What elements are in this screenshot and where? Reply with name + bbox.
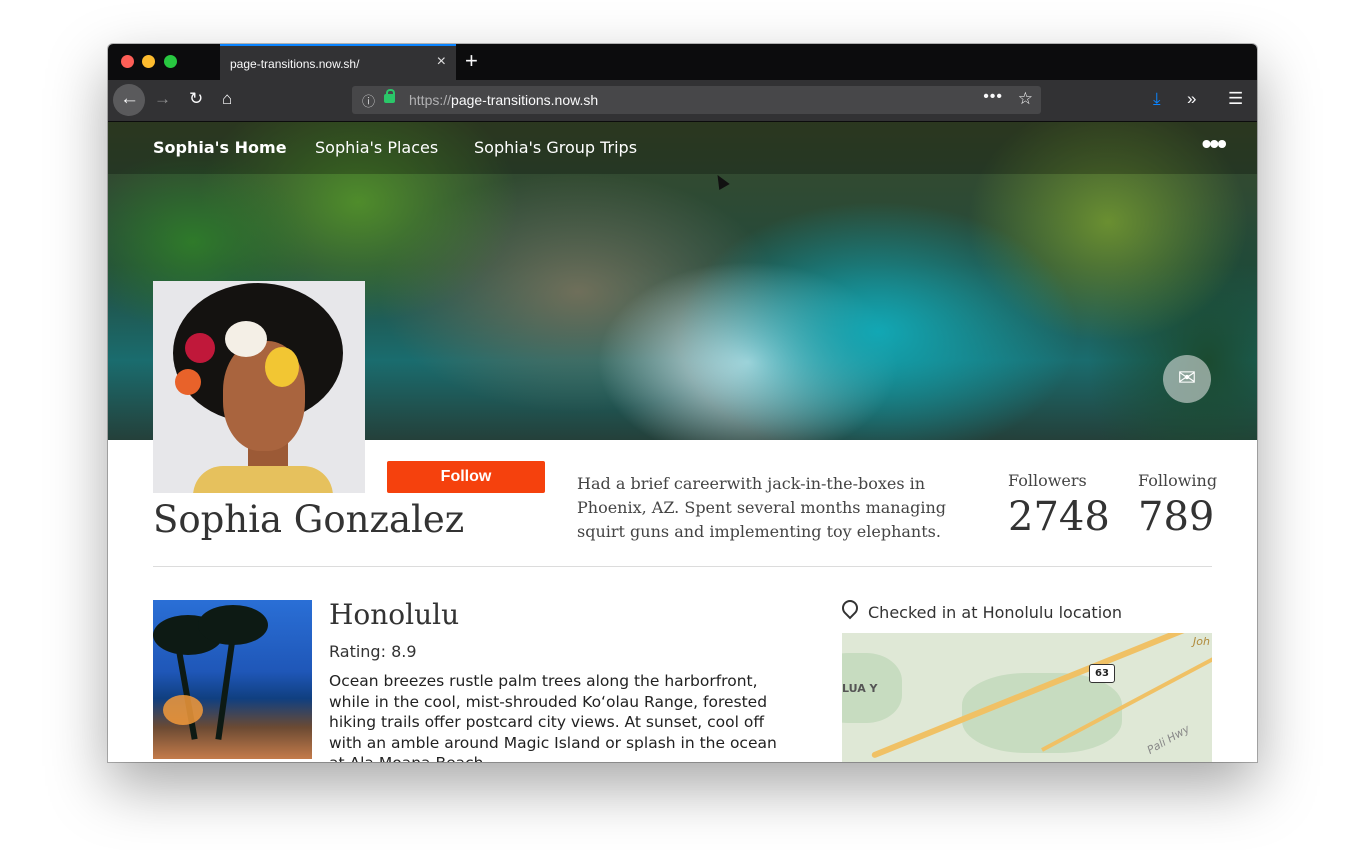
nav-places-link[interactable]: Sophia's Places <box>315 138 438 157</box>
followers-label: Followers <box>1008 471 1087 490</box>
follow-button[interactable]: Follow <box>387 461 545 493</box>
profile-name: Sophia Gonzalez <box>153 498 465 541</box>
place-description: Ocean breezes rustle palm trees along th… <box>329 672 777 762</box>
mouse-cursor <box>712 171 730 191</box>
place-title[interactable]: Honolulu <box>329 598 459 631</box>
map-label: Joh <box>1193 635 1210 648</box>
envelope-icon: ✉ <box>1177 365 1197 390</box>
url-text[interactable]: https://page-transitions.now.sh <box>409 92 598 108</box>
tab-close-icon[interactable]: × <box>437 53 446 71</box>
section-divider <box>153 566 1212 567</box>
home-button[interactable]: ⌂ <box>222 89 232 109</box>
minimize-window-button[interactable] <box>142 55 155 68</box>
tab-strip: page-transitions.now.sh/ × + <box>108 44 1257 80</box>
checkin-line: Checked in at Honolulu location <box>838 596 1123 622</box>
page-actions-icon[interactable]: ••• <box>983 88 1003 106</box>
profile-avatar <box>153 281 365 493</box>
nav-toolbar: ← → ↻ ⌂ ⓘ https://page-transitions.now.s… <box>108 80 1257 122</box>
hamburger-menu-icon[interactable]: ☰ <box>1228 89 1243 109</box>
route-shield: 63 <box>1089 664 1115 683</box>
more-options-icon[interactable]: ••• <box>1202 128 1227 160</box>
location-map[interactable]: 63 LUA Y Joh Pali Hwy <box>842 633 1212 762</box>
url-bar[interactable]: ⓘ https://page-transitions.now.sh ••• ☆ <box>352 86 1041 114</box>
map-road-label: Pali Hwy <box>1145 722 1193 757</box>
place-photo[interactable] <box>153 600 312 759</box>
checkin-text: Checked in at Honolulu location <box>868 603 1123 622</box>
map-label: LUA Y <box>842 682 878 695</box>
following-count[interactable]: 789 <box>1138 494 1214 540</box>
message-button[interactable]: ✉ <box>1163 355 1211 403</box>
new-tab-button[interactable]: + <box>465 48 478 74</box>
bookmark-star-icon[interactable]: ☆ <box>1018 89 1033 109</box>
close-window-button[interactable] <box>121 55 134 68</box>
page-content: Sophia's Home Sophia's Places Sophia's G… <box>108 122 1257 762</box>
lock-icon <box>384 89 395 103</box>
tab-title: page-transitions.now.sh/ <box>230 57 360 71</box>
overflow-chevron-icon[interactable]: » <box>1187 89 1196 109</box>
tab-active[interactable]: page-transitions.now.sh/ × <box>220 44 456 80</box>
reload-button[interactable]: ↻ <box>189 89 203 109</box>
back-button[interactable]: ← <box>113 84 145 116</box>
following-label: Following <box>1138 471 1218 490</box>
downloads-icon[interactable]: ⤓ <box>1153 89 1161 109</box>
browser-window: page-transitions.now.sh/ × + ← → ↻ ⌂ ⓘ h… <box>108 44 1257 762</box>
location-pin-icon <box>838 596 862 620</box>
forward-button[interactable]: → <box>154 89 171 109</box>
place-rating: Rating: 8.9 <box>329 642 417 661</box>
maximize-window-button[interactable] <box>164 55 177 68</box>
info-icon[interactable]: ⓘ <box>362 91 375 110</box>
top-navigation: Sophia's Home Sophia's Places Sophia's G… <box>108 122 1257 174</box>
nav-home-link[interactable]: Sophia's Home <box>153 138 287 157</box>
followers-count[interactable]: 2748 <box>1008 494 1110 540</box>
profile-bio: Had a brief careerwith jack-in-the-boxes… <box>577 474 947 541</box>
back-arrow-icon: ← <box>120 88 139 109</box>
nav-group-trips-link[interactable]: Sophia's Group Trips <box>474 138 637 157</box>
